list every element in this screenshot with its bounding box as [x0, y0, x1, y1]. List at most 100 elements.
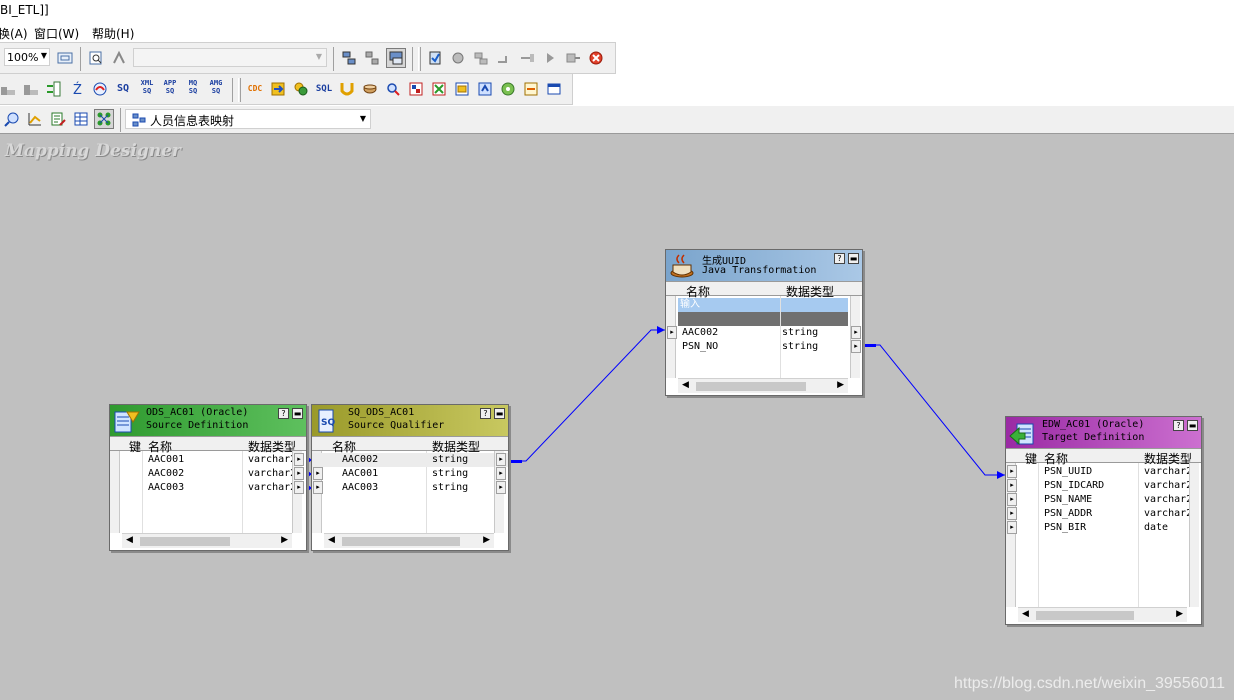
step-out-icon[interactable]: [517, 48, 537, 68]
link-tool-icon[interactable]: [109, 48, 129, 68]
group-row-output[interactable]: [678, 312, 848, 326]
target-icon[interactable]: [21, 79, 41, 99]
rank-icon[interactable]: [291, 79, 311, 99]
data-lineage-icon[interactable]: [25, 109, 45, 129]
help-icon[interactable]: ?: [1173, 420, 1184, 431]
help-icon[interactable]: ?: [480, 408, 491, 419]
break-icon[interactable]: [563, 48, 583, 68]
joiner-icon[interactable]: [452, 79, 472, 99]
mq-sq-icon[interactable]: MQ SQ: [183, 77, 203, 97]
menu-window[interactable]: 窗口(W): [34, 25, 79, 42]
update-strategy-icon[interactable]: [475, 79, 495, 99]
qualifier-header[interactable]: SQ SQ_ODS_AC01 Source Qualifier ? ▬: [312, 405, 508, 436]
output-port-icon[interactable]: ▸: [294, 467, 304, 480]
validate-icon[interactable]: [425, 48, 445, 68]
java-transformation[interactable]: 生成UUID Java Transformation ? ▬ 名称 数据类型 输…: [665, 249, 863, 396]
horizontal-scrollbar[interactable]: ◀ ▶: [324, 533, 494, 548]
debug-icon[interactable]: [448, 48, 468, 68]
step-icon[interactable]: [471, 48, 491, 68]
table-row[interactable]: AAC002 string: [312, 453, 508, 467]
union-icon[interactable]: [337, 79, 357, 99]
router-icon[interactable]: [268, 79, 288, 99]
mapplet-icon[interactable]: [544, 79, 564, 99]
output-port-icon[interactable]: ▸: [496, 467, 506, 480]
mapping-workspace[interactable]: Mapping Designer https://blog.csdn.net/w…: [0, 135, 1234, 700]
minimize-icon[interactable]: ▬: [848, 253, 859, 264]
scroll-right-icon[interactable]: ▶: [281, 535, 288, 545]
minimize-icon[interactable]: ▬: [292, 408, 303, 419]
table-row[interactable]: AAC003 string: [312, 481, 508, 495]
toolbar-grip[interactable]: [238, 78, 241, 102]
table-row[interactable]: AAC001 string: [312, 467, 508, 481]
lookup-icon[interactable]: [360, 79, 380, 99]
scroll-left-icon[interactable]: ◀: [682, 380, 689, 390]
java-header[interactable]: 生成UUID Java Transformation ? ▬: [666, 250, 862, 281]
minimize-icon[interactable]: ▬: [494, 408, 505, 419]
stop-icon[interactable]: [586, 48, 606, 68]
xml-sq-icon[interactable]: XML SQ: [137, 77, 157, 97]
source-icon[interactable]: [0, 79, 18, 99]
scroll-right-icon[interactable]: ▶: [483, 535, 490, 545]
search-icon[interactable]: [383, 79, 403, 99]
scroll-right-icon[interactable]: ▶: [837, 380, 844, 390]
target-header[interactable]: EDW_AC01 (Oracle) Target Definition ? ▬: [1006, 417, 1201, 448]
scroll-left-icon[interactable]: ◀: [1022, 609, 1029, 619]
source-header[interactable]: ODS_AC01 (Oracle) Source Definition ? ▬: [110, 405, 306, 436]
table-row[interactable]: PSN_NAME varchar2: [1006, 493, 1201, 507]
output-port-icon[interactable]: ▸: [294, 453, 304, 466]
auto-link-icon[interactable]: [94, 109, 114, 129]
horizontal-scrollbar[interactable]: ◀ ▶: [678, 378, 848, 393]
minimize-icon[interactable]: ▬: [1187, 420, 1198, 431]
output-port-icon[interactable]: ▸: [851, 326, 861, 339]
output-port-icon[interactable]: ▸: [294, 481, 304, 494]
scroll-right-icon[interactable]: ▶: [1176, 609, 1183, 619]
zoom-combo[interactable]: 100% ▼: [4, 48, 50, 66]
app-sq-icon[interactable]: APP SQ: [160, 77, 180, 97]
table-row[interactable]: PSN_IDCARD varchar2: [1006, 479, 1201, 493]
cdc-icon[interactable]: CDC: [245, 79, 265, 99]
arrange-icon[interactable]: [339, 48, 359, 68]
sequence-icon[interactable]: [498, 79, 518, 99]
stored-procedure-icon[interactable]: [521, 79, 541, 99]
sql-icon[interactable]: SQL: [314, 79, 334, 99]
aggregator-icon[interactable]: [44, 79, 64, 99]
output-port-icon[interactable]: ▸: [496, 453, 506, 466]
table-row[interactable]: AAC001 varchar2: [110, 453, 306, 467]
source-qualifier[interactable]: SQ SQ_ODS_AC01 Source Qualifier ? ▬ 名称 数…: [311, 404, 509, 551]
preview-icon[interactable]: [2, 109, 22, 129]
step-into-icon[interactable]: [494, 48, 514, 68]
zoom-fit-icon[interactable]: [55, 48, 75, 68]
help-icon[interactable]: ?: [834, 253, 845, 264]
table-row[interactable]: AAC003 varchar2: [110, 481, 306, 495]
arrange-iconic-icon[interactable]: [362, 48, 382, 68]
play-icon[interactable]: [540, 48, 560, 68]
scroll-left-icon[interactable]: ◀: [328, 535, 335, 545]
table-icon[interactable]: [71, 109, 91, 129]
table-row[interactable]: AAC002 string: [666, 326, 862, 340]
menu-transformation[interactable]: 换(A): [0, 25, 28, 42]
output-port-icon[interactable]: ▸: [496, 481, 506, 494]
horizontal-scrollbar[interactable]: ◀ ▶: [122, 533, 292, 548]
scroll-thumb[interactable]: [342, 537, 460, 546]
sq-icon[interactable]: SQ: [113, 79, 133, 99]
scroll-thumb[interactable]: [696, 382, 806, 391]
normalizer-icon[interactable]: [406, 79, 426, 99]
object-combo[interactable]: ▼: [133, 48, 327, 67]
group-row-input[interactable]: 输入: [678, 298, 848, 312]
table-row[interactable]: PSN_BIR date: [1006, 521, 1201, 535]
sort-icon[interactable]: Ź: [67, 79, 87, 99]
expression-icon[interactable]: [90, 79, 110, 99]
toolbar-grip[interactable]: [418, 47, 421, 71]
menu-help[interactable]: 帮助(H): [92, 25, 134, 42]
amg-sq-icon[interactable]: AMG SQ: [206, 77, 226, 97]
filter-icon[interactable]: [429, 79, 449, 99]
scroll-thumb[interactable]: [140, 537, 230, 546]
help-icon[interactable]: ?: [278, 408, 289, 419]
table-row[interactable]: PSN_UUID varchar2: [1006, 465, 1201, 479]
source-definition[interactable]: ODS_AC01 (Oracle) Source Definition ? ▬ …: [109, 404, 307, 551]
table-row[interactable]: PSN_ADDR varchar2: [1006, 507, 1201, 521]
output-port-icon[interactable]: ▸: [851, 340, 861, 353]
table-row[interactable]: AAC002 varchar2: [110, 467, 306, 481]
table-row[interactable]: PSN_NO string: [666, 340, 862, 354]
toggle-view-icon[interactable]: [386, 48, 406, 68]
